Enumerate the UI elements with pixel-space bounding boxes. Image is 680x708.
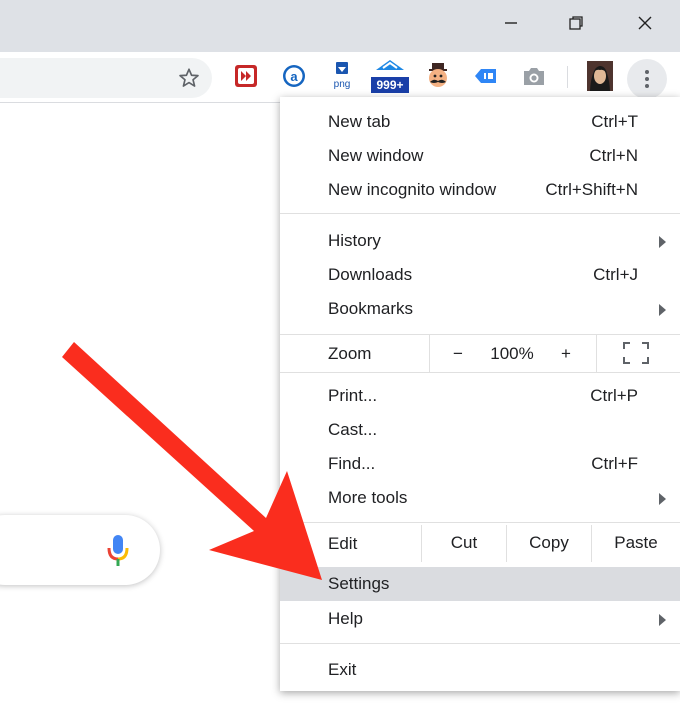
mustache-extension[interactable] xyxy=(424,62,452,90)
cast-label: Cast... xyxy=(328,420,378,439)
menu-item-new-window[interactable]: New window Ctrl+N xyxy=(280,139,680,173)
new-window-label: New window xyxy=(328,146,424,165)
menu-item-bookmarks[interactable]: Bookmarks xyxy=(280,292,680,326)
zoom-level: 100% xyxy=(490,344,534,363)
page-tag-icon xyxy=(475,69,496,83)
fullscreen-button[interactable] xyxy=(622,341,650,370)
bookmark-star-button[interactable] xyxy=(178,67,200,94)
amazon-assistant-icon: a xyxy=(283,65,305,87)
new-incognito-shortcut: Ctrl+Shift+N xyxy=(545,180,638,199)
png-label: png xyxy=(334,79,351,90)
menu-item-history[interactable]: History xyxy=(280,224,680,258)
menu-item-settings[interactable]: Settings xyxy=(280,567,680,601)
menu-item-new-tab[interactable]: New tab Ctrl+T xyxy=(280,105,680,139)
menu-item-downloads[interactable]: Downloads Ctrl+J xyxy=(280,258,680,292)
menu-item-zoom: Zoom − 100% + xyxy=(280,335,680,372)
png-download-icon: png xyxy=(334,62,351,90)
restore-icon xyxy=(569,16,583,30)
amazon-assistant-extension[interactable]: a xyxy=(280,62,308,90)
edit-label: Edit xyxy=(328,534,358,553)
zoom-label: Zoom xyxy=(328,344,372,363)
close-icon xyxy=(638,16,652,30)
voice-search-button[interactable] xyxy=(106,535,130,572)
menu-item-print[interactable]: Print... Ctrl+P xyxy=(280,379,680,413)
video-speed-icon xyxy=(235,65,257,87)
history-label: History xyxy=(328,231,381,250)
mustache-face-icon xyxy=(429,63,447,87)
minimize-button[interactable] xyxy=(486,6,536,40)
help-label: Help xyxy=(328,609,363,628)
menu-item-new-incognito-window[interactable]: New incognito window Ctrl+Shift+N xyxy=(280,173,680,207)
notification-extension[interactable]: 999+ xyxy=(370,60,410,93)
new-tab-label: New tab xyxy=(328,112,391,131)
svg-text:a: a xyxy=(290,69,298,84)
menu-separator xyxy=(280,522,680,523)
new-tab-shortcut: Ctrl+T xyxy=(591,112,638,131)
camera-extension[interactable] xyxy=(520,62,548,90)
new-incognito-label: New incognito window xyxy=(328,180,497,199)
toolbar-divider xyxy=(567,66,568,88)
paste-button[interactable]: Paste xyxy=(592,526,680,560)
menu-item-cast[interactable]: Cast... xyxy=(280,413,680,447)
star-icon xyxy=(179,68,199,87)
title-bar xyxy=(0,0,680,52)
submenu-arrow-icon xyxy=(659,236,666,248)
avatar-icon xyxy=(587,61,613,91)
zoom-out-button[interactable]: − xyxy=(440,337,476,371)
menu-item-help[interactable]: Help xyxy=(280,602,680,636)
exit-label: Exit xyxy=(328,660,357,679)
more-tools-label: More tools xyxy=(328,488,408,507)
print-label: Print... xyxy=(328,386,378,405)
zoom-divider xyxy=(429,335,430,372)
search-box[interactable] xyxy=(0,515,160,585)
page-tag-extension[interactable] xyxy=(472,62,500,90)
downloads-label: Downloads xyxy=(328,265,413,284)
zoom-in-button[interactable]: + xyxy=(548,337,584,371)
fullscreen-icon xyxy=(623,342,649,364)
close-window-button[interactable] xyxy=(620,6,670,40)
new-window-shortcut: Ctrl+N xyxy=(589,146,638,165)
notification-badge-icon: 999+ xyxy=(371,60,409,93)
menu-separator xyxy=(280,643,680,644)
menu-item-find[interactable]: Find... Ctrl+F xyxy=(280,447,680,481)
submenu-arrow-icon xyxy=(659,304,666,316)
submenu-arrow-icon xyxy=(659,493,666,505)
zoom-divider xyxy=(596,335,597,372)
print-shortcut: Ctrl+P xyxy=(590,386,638,405)
video-speed-extension[interactable] xyxy=(232,62,260,90)
badge-count: 999+ xyxy=(376,78,403,92)
chrome-menu-button[interactable] xyxy=(627,59,667,99)
omnibox[interactable] xyxy=(0,58,212,98)
find-shortcut: Ctrl+F xyxy=(591,454,638,473)
downloads-shortcut: Ctrl+J xyxy=(593,265,638,284)
chrome-main-menu: New tab Ctrl+T New window Ctrl+N New inc… xyxy=(280,97,680,691)
restore-button[interactable] xyxy=(551,6,601,40)
menu-separator xyxy=(280,213,680,214)
menu-item-more-tools[interactable]: More tools xyxy=(280,481,680,515)
minimize-icon xyxy=(505,22,517,24)
camera-icon xyxy=(524,68,544,85)
png-download-extension[interactable]: png xyxy=(328,62,356,90)
menu-separator xyxy=(280,372,680,373)
bookmarks-label: Bookmarks xyxy=(328,299,414,318)
settings-label: Settings xyxy=(328,574,390,593)
microphone-icon xyxy=(107,535,129,566)
menu-item-edit: Edit Cut Copy Paste xyxy=(280,525,680,562)
cut-button[interactable]: Cut xyxy=(422,526,506,560)
submenu-arrow-icon xyxy=(659,614,666,626)
profile-avatar[interactable] xyxy=(586,61,614,91)
copy-button[interactable]: Copy xyxy=(507,526,591,560)
kebab-menu-icon xyxy=(645,70,649,88)
menu-item-exit[interactable]: Exit xyxy=(280,653,680,687)
find-label: Find... xyxy=(328,454,376,473)
